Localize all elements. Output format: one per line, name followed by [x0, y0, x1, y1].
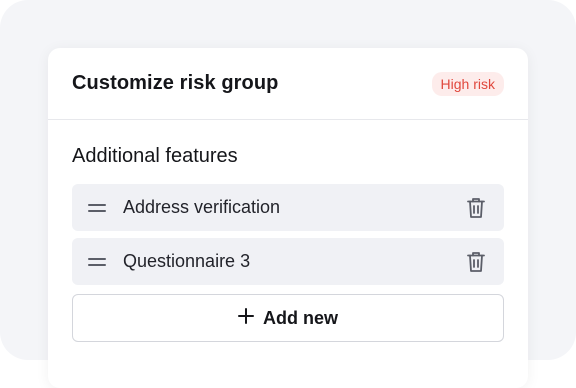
section-title: Additional features [72, 145, 238, 167]
add-new-label: Add new [263, 307, 338, 328]
feature-item-questionnaire-3[interactable]: Questionnaire 3 [72, 238, 504, 285]
drag-handle-icon[interactable] [88, 199, 106, 217]
feature-label: Questionnaire 3 [123, 251, 251, 271]
add-new-button[interactable]: Add new [72, 294, 504, 342]
card-header: Customize risk group High risk [48, 48, 528, 120]
card-title: Customize risk group [72, 72, 279, 94]
customize-risk-group-card: Customize risk group High risk Additiona… [48, 48, 528, 388]
risk-level-badge: High risk [431, 71, 504, 96]
trash-icon[interactable] [464, 196, 488, 220]
feature-item-address-verification[interactable]: Address verification [72, 184, 504, 231]
trash-icon[interactable] [464, 250, 488, 274]
drag-handle-icon[interactable] [88, 253, 106, 271]
plus-icon [238, 307, 254, 329]
feature-label: Address verification [123, 197, 281, 217]
